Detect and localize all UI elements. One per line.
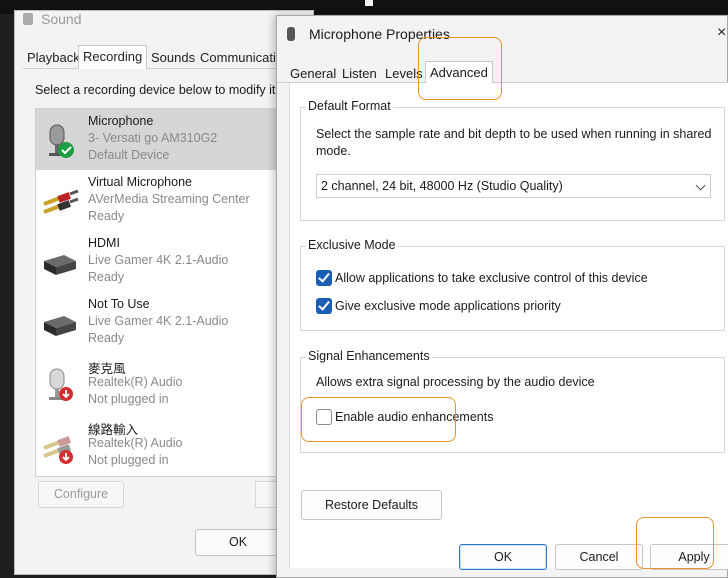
speaker-icon [23, 13, 33, 25]
tab-recording[interactable]: Recording [78, 45, 148, 69]
allow-exclusive-label: Allow applications to take exclusive con… [335, 271, 648, 285]
device-detail: AVerMedia Streaming Center [88, 192, 250, 206]
signal-enhancements-title: Signal Enhancements [306, 349, 432, 363]
tab-playback[interactable]: Playback [23, 47, 84, 69]
device-status: Ready [88, 270, 125, 284]
cancel-button[interactable]: Cancel [555, 544, 643, 570]
microphone-unplugged-icon [49, 368, 73, 401]
default-format-title: Default Format [306, 99, 393, 113]
exclusive-mode-title: Exclusive Mode [306, 238, 398, 252]
device-name: Not To Use [88, 297, 150, 311]
microphone-properties-dialog: Microphone Properties × General Listen L… [276, 15, 728, 578]
microphone-icon [287, 27, 295, 41]
device-virtual-microphone[interactable]: Virtual Microphone AVerMedia Streaming C… [36, 170, 314, 231]
device-status: Not plugged in [88, 392, 169, 406]
exclusive-mode-group [300, 246, 725, 331]
recording-device-list[interactable]: Microphone 3- Versati go AM310G2 Default… [35, 108, 315, 477]
device-name: Virtual Microphone [88, 175, 192, 189]
sound-window-title: Sound [23, 11, 81, 27]
signal-enhancements-description: Allows extra signal processing by the au… [316, 375, 595, 389]
tab-advanced[interactable]: Advanced [425, 61, 493, 85]
cursor-marker [365, 0, 373, 6]
exclusive-priority-checkbox[interactable] [316, 298, 332, 314]
audio-cable-icon [43, 189, 79, 214]
device-name: Microphone [88, 114, 154, 128]
enable-enhancements-checkbox[interactable] [316, 409, 332, 425]
device-status: Ready [88, 209, 125, 223]
device-realtek-line-in[interactable]: 線路輸入 Realtek(R) Audio Not plugged in [36, 414, 314, 475]
capture-card-icon [44, 316, 76, 336]
tab-sounds[interactable]: Sounds [147, 47, 199, 69]
tab-levels[interactable]: Levels [385, 65, 423, 83]
apply-button[interactable]: Apply [650, 544, 728, 570]
sample-rate-value: 2 channel, 24 bit, 48000 Hz (Studio Qual… [321, 179, 563, 193]
device-detail: Realtek(R) Audio [88, 436, 183, 450]
default-format-description: Select the sample rate and bit depth to … [316, 127, 712, 158]
device-detail: Realtek(R) Audio [88, 375, 183, 389]
configure-button[interactable]: Configure [38, 481, 124, 508]
device-realtek-mic[interactable]: 麥克風 Realtek(R) Audio Not plugged in [36, 353, 314, 414]
dialog-title: Microphone Properties [287, 26, 450, 42]
device-detail: Live Gamer 4K 2.1-Audio [88, 314, 229, 328]
tab-general[interactable]: General [290, 65, 336, 83]
exclusive-priority-label: Give exclusive mode applications priorit… [335, 299, 561, 313]
advanced-panel: Default Format Select the sample rate an… [289, 83, 728, 568]
device-status: Not plugged in [88, 453, 169, 467]
microphone-default-icon [49, 124, 74, 158]
signal-enhancements-group [300, 357, 725, 453]
device-name: HDMI [88, 236, 120, 250]
device-microphone[interactable]: Microphone 3- Versati go AM310G2 Default… [36, 109, 314, 170]
enable-enhancements-label: Enable audio enhancements [335, 410, 494, 424]
chevron-down-icon [695, 180, 706, 191]
close-icon[interactable]: × [717, 24, 726, 42]
allow-exclusive-checkbox[interactable] [316, 270, 332, 286]
capture-card-icon [44, 255, 76, 275]
device-detail: 3- Versati go AM310G2 [88, 131, 218, 145]
device-status: Ready [88, 331, 125, 345]
dialog-tabs: General Listen Levels Advanced [277, 61, 728, 85]
device-detail: Live Gamer 4K 2.1-Audio [88, 253, 229, 267]
line-in-unplugged-icon [43, 436, 73, 464]
device-status: Default Device [88, 148, 170, 162]
ok-button[interactable]: OK [459, 544, 547, 570]
device-not-to-use[interactable]: Not To Use Live Gamer 4K 2.1-Audio Ready [36, 292, 314, 353]
restore-defaults-button[interactable]: Restore Defaults [301, 490, 442, 520]
device-hdmi[interactable]: HDMI Live Gamer 4K 2.1-Audio Ready [36, 231, 314, 292]
sound-window: Sound Playback Recording Sounds Communic… [14, 10, 332, 575]
sample-rate-select[interactable]: 2 channel, 24 bit, 48000 Hz (Studio Qual… [316, 174, 711, 198]
default-format-group [300, 107, 725, 221]
tab-listen[interactable]: Listen [342, 65, 377, 83]
sound-ok-button[interactable]: OK [195, 529, 281, 556]
